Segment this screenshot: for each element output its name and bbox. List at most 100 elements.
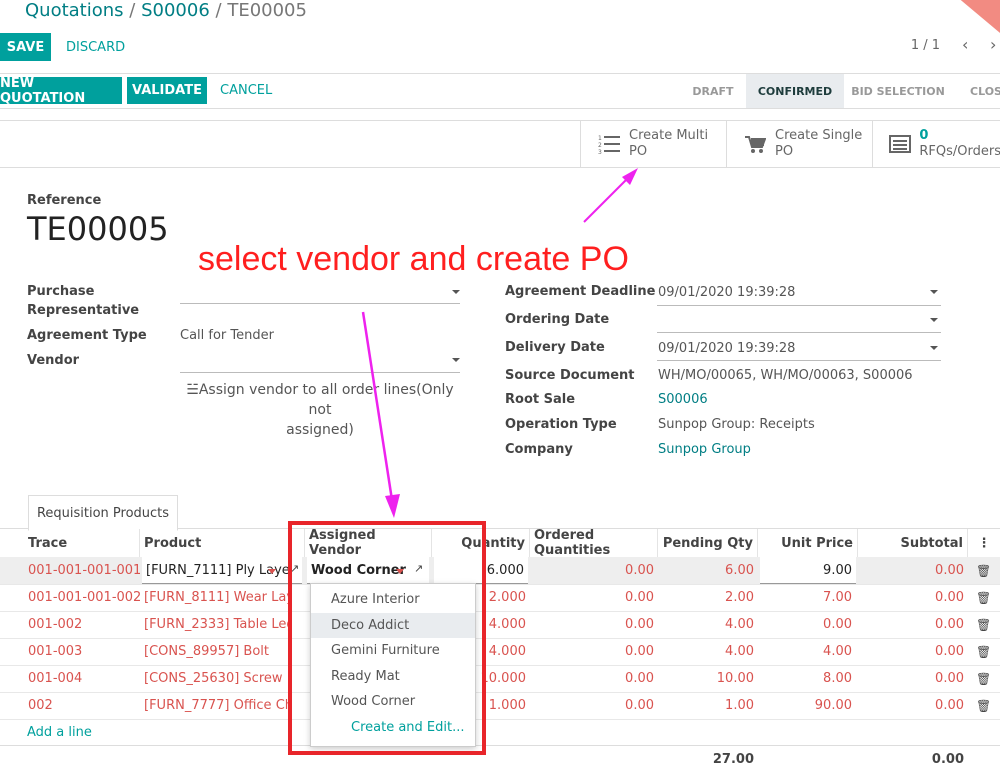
pager-value[interactable]: 1 / 1 [911, 38, 940, 53]
trash-icon[interactable]: 🗑 [972, 638, 992, 665]
create-multi-po-button[interactable]: 123 Create Multi PO [580, 121, 727, 167]
cell-product: [CONS_89957] Bolt [144, 644, 269, 659]
operation-type-label: Operation Type [505, 417, 617, 432]
cell-ordered: 0.00 [625, 563, 654, 578]
cell-subtotal: 0.00 [935, 563, 964, 578]
cell-product: [FURN_8111] Wear Layer [144, 590, 290, 605]
unit-price-value: 9.00 [823, 562, 852, 578]
cell-subtotal: 0.00 [935, 590, 964, 605]
vendor-label: Vendor [27, 353, 80, 368]
stage-bid-selection[interactable]: BID SELECTION [848, 74, 948, 108]
breadcrumb-current: TE00005 [227, 0, 307, 21]
deadline-input[interactable]: 09/01/2020 19:39:28 [658, 285, 795, 300]
cell-pending: 10.00 [716, 671, 754, 686]
cell-unit-price: 0.00 [823, 617, 852, 632]
chevron-left-icon[interactable]: ‹ [962, 35, 968, 54]
stage-closed[interactable]: CLOSED [952, 74, 1000, 108]
root-sale-link[interactable]: S00006 [658, 392, 708, 407]
cell-ordered: 0.00 [625, 617, 654, 632]
col-unit-price[interactable]: Unit Price [758, 529, 858, 557]
col-product[interactable]: Product [140, 529, 305, 557]
caret-down-icon[interactable] [930, 318, 938, 322]
caret-down-icon[interactable] [930, 290, 938, 294]
vendor-input[interactable] [180, 371, 460, 373]
cell-trace: 001-001-001-001 [28, 563, 140, 578]
cell-subtotal: 0.00 [935, 671, 964, 686]
cell-pending: 4.00 [725, 617, 754, 632]
cell-ordered: 0.00 [625, 671, 654, 686]
column-options-icon[interactable]: ⋮ [968, 529, 1000, 557]
trash-icon[interactable]: 🗑 [972, 692, 992, 719]
table-row[interactable]: 001-003 [CONS_89957] Bolt 4.000 0.00 4.0… [0, 638, 1000, 666]
product-input[interactable]: [FURN_7111] Ply Laye [142, 557, 302, 584]
caret-down-icon[interactable] [268, 569, 276, 574]
status-bar: NEW QUOTATION VALIDATE CANCEL DRAFT CONF… [0, 73, 1000, 109]
chevron-right-icon[interactable]: › [990, 35, 996, 54]
caret-down-icon[interactable] [930, 346, 938, 350]
table-row[interactable]: 001-002 [FURN_2333] Table Leg 4.000 0.00… [0, 611, 1000, 639]
table-row[interactable]: 001-004 [CONS_25630] Screw 10.000 0.00 1… [0, 665, 1000, 693]
breadcrumb-quotations[interactable]: Quotations [25, 0, 124, 21]
agreement-type-label: Agreement Type [27, 328, 147, 343]
trash-icon[interactable]: 🗑 [972, 584, 992, 611]
reference-label: Reference [27, 193, 102, 208]
multi-po-line1: Create Multi [629, 128, 709, 143]
col-pending[interactable]: Pending Qty [658, 529, 758, 557]
trash-icon[interactable]: 🗑 [972, 557, 992, 584]
cancel-button[interactable]: CANCEL [220, 77, 272, 104]
operation-type-value: Sunpop Group: Receipts [658, 417, 815, 432]
table-row[interactable]: 001-001-001-002 [FURN_8111] Wear Layer 2… [0, 584, 1000, 612]
unit-price-input[interactable]: 9.00 [760, 557, 856, 584]
col-trace[interactable]: Trace [24, 529, 140, 557]
purchase-rep-input[interactable] [180, 302, 460, 304]
col-subtotal[interactable]: Subtotal [858, 529, 968, 557]
svg-text:1: 1 [598, 135, 602, 142]
rfqs-count: 0 [919, 128, 929, 143]
delivery-date-input[interactable]: 09/01/2020 19:39:28 [658, 341, 795, 356]
create-single-po-button[interactable]: Create Single PO [726, 121, 873, 167]
cell-trace: 002 [28, 698, 53, 713]
svg-text:3: 3 [598, 149, 602, 154]
company-link[interactable]: Sunpop Group [658, 442, 751, 457]
rfqs-label: RFQs/Orders [919, 144, 1000, 159]
cell-unit-price: 7.00 [823, 590, 852, 605]
delivery-date-label: Delivery Date [505, 340, 605, 355]
cell-product: [CONS_25630] Screw [144, 671, 283, 686]
tab-requisition-products[interactable]: Requisition Products [28, 495, 178, 531]
single-po-line1: Create Single [775, 128, 863, 143]
cell-ordered: 0.00 [625, 698, 654, 713]
numbered-list-icon: 123 [595, 134, 623, 154]
breadcrumb-separator: / [215, 0, 222, 21]
trash-icon[interactable]: 🗑 [972, 665, 992, 692]
rfqs-orders-button[interactable]: 0 RFQs/Orders [872, 121, 1000, 167]
stage-draft[interactable]: DRAFT [680, 74, 746, 108]
caret-down-icon[interactable] [452, 358, 460, 362]
total-pending: 27.00 [712, 752, 754, 767]
table-row[interactable]: 002 [FURN_7777] Office Chai 1.000 0.00 1… [0, 692, 1000, 720]
cell-ordered: 0.00 [625, 590, 654, 605]
ordering-date-input[interactable] [657, 331, 941, 333]
save-button[interactable]: SAVE [0, 33, 51, 61]
table-row[interactable]: 001-001-001-001 [FURN_7111] Ply Laye ↗ W… [0, 557, 1000, 585]
cell-subtotal: 0.00 [935, 617, 964, 632]
col-ordered[interactable]: Ordered Quantities [530, 528, 658, 558]
delivery-date-underline [657, 359, 941, 361]
highlight-box [288, 521, 486, 755]
source-doc-value: WH/MO/00065, WH/MO/00063, S00006 [658, 368, 913, 383]
breadcrumb-separator: / [129, 0, 136, 21]
stage-confirmed[interactable]: CONFIRMED [746, 74, 844, 108]
svg-text:2: 2 [598, 142, 602, 149]
caret-down-icon[interactable] [452, 290, 460, 294]
discard-button[interactable]: DISCARD [66, 33, 125, 61]
table-header: Trace Product Assigned Vendor Quantity O… [0, 528, 1000, 558]
add-line-link[interactable]: Add a line [27, 725, 92, 740]
new-quotation-button[interactable]: NEW QUOTATION [0, 76, 122, 106]
reference-title: TE00005 [27, 210, 169, 248]
breadcrumb-sale[interactable]: S00006 [141, 0, 210, 21]
multi-po-line2: PO [629, 144, 648, 159]
arrow-head [622, 168, 638, 185]
trash-icon[interactable]: 🗑 [972, 611, 992, 638]
validate-button[interactable]: VALIDATE [127, 77, 207, 104]
assign-vendor-button[interactable]: ☱Assign vendor to all order lines(Only n… [180, 380, 460, 440]
table-footer-divider [0, 745, 1000, 746]
